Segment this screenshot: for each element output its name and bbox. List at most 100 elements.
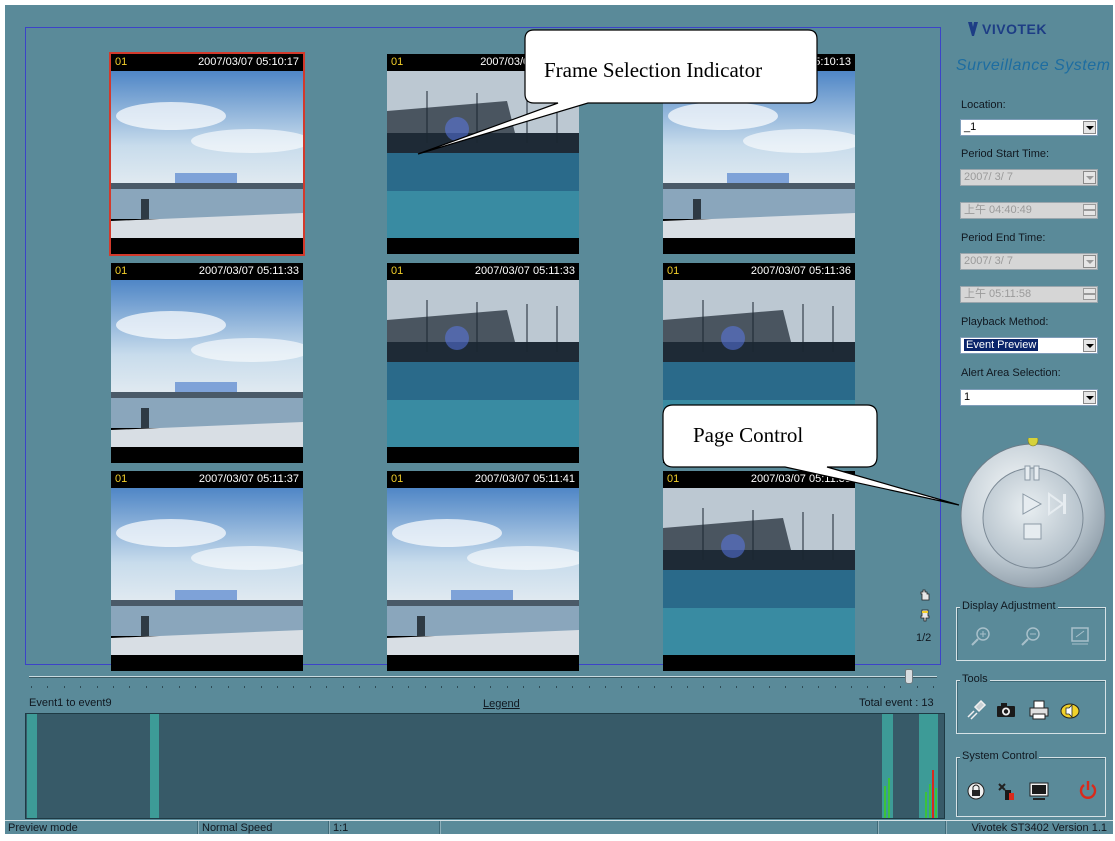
slider-tick [277,686,278,688]
frame-selection-callout: Frame Selection Indicator [398,28,818,168]
signal-bar [884,786,886,818]
playback-method-value: Event Preview [964,339,1039,351]
slider-tick [523,686,524,688]
event-timeline[interactable] [25,713,945,819]
camera-id: 01 [667,265,680,277]
export-icon[interactable] [965,699,987,721]
slider-thumb[interactable] [904,669,913,684]
period-end-date: 2007/ 3/ 7 [964,255,1013,267]
location-label: Location: [961,99,1006,111]
slider-tick [572,686,574,688]
legend-button[interactable]: Legend [483,698,520,710]
status-message [440,821,876,834]
frame-header: 01 2007/03/07 05:11:37 [111,471,303,488]
frame-thumbnail [111,488,303,655]
playback-method-select[interactable]: Event Preview [960,337,1098,354]
settings-tools-icon[interactable] [995,780,1017,802]
lock-icon[interactable] [965,780,987,802]
slider-tick [605,686,606,688]
system-control-title: System Control [960,750,1040,762]
slider-tick [457,686,459,688]
stop-icon[interactable] [1023,523,1042,540]
location-select[interactable]: _1 [960,119,1098,136]
period-end-time-spinner[interactable]: 上午 05:11:58 [960,286,1098,303]
slider-tick [408,686,410,688]
slider-tick [588,686,590,688]
slider-tick [391,686,393,688]
slider-tick [654,686,656,688]
power-icon[interactable] [1077,779,1099,801]
event-marker[interactable] [150,714,159,818]
app-window: 01 2007/03/07 05:10:17 01 2007/03/07 05:10… [5,5,1113,834]
signal-bar [932,770,934,818]
monitor-icon[interactable] [1028,780,1050,802]
slider-tick [900,686,902,688]
frame-thumbnail [111,280,303,447]
zoom-out-icon[interactable] [1020,625,1042,647]
chevron-down-icon[interactable] [1083,391,1096,404]
chevron-down-icon[interactable] [1083,171,1096,184]
playback-dial[interactable] [955,438,1110,588]
slider-tick [342,686,344,688]
frame-tile[interactable]: 01 2007/03/07 05:11:37 [111,471,303,671]
status-mode: Preview mode [8,822,78,834]
period-end-label: Period End Time: [961,232,1046,244]
chevron-down-icon[interactable] [1083,255,1096,268]
period-start-date-picker[interactable]: 2007/ 3/ 7 [960,169,1098,186]
playback-method-label: Playback Method: [961,316,1049,328]
frame-header: 01 2007/03/07 05:11:33 [387,263,579,280]
frame-tile[interactable]: 01 2007/03/07 05:11:41 [387,471,579,671]
frame-thumbnail [663,488,855,655]
total-event-label: Total event : 13 [859,697,934,709]
period-start-time-spinner[interactable]: 上午 04:40:49 [960,202,1098,219]
slider-tick [736,686,738,688]
slider-tick [637,686,639,688]
callout-bubble [417,29,818,155]
status-bar: Preview mode Normal Speed 1:1 Vivotek ST… [5,820,1113,834]
slider-tick [31,686,32,688]
spinner-arrows-icon[interactable] [1083,204,1096,217]
chevron-down-icon[interactable] [1083,121,1096,134]
slider-tick [539,686,541,688]
slider-tick [801,686,803,688]
display-adjustment-title: Display Adjustment [960,600,1058,612]
slider-tick [63,686,65,688]
frame-tile[interactable]: 01 2007/03/07 05:11:33 [387,263,579,463]
page-down-icon[interactable] [918,608,932,622]
frame-timestamp: 2007/03/07 05:10:17 [198,56,299,68]
print-icon[interactable] [1028,699,1050,721]
slider-tick [719,686,721,688]
slider-tick [933,686,934,688]
slider-tick [80,686,82,688]
slider-tick [424,686,426,688]
status-ratio: 1:1 [329,821,437,834]
camera-id: 01 [115,473,128,485]
page-control-callout: Page Control [655,403,965,513]
alert-area-select[interactable]: 1 [960,389,1098,406]
camera-id: 01 [115,265,128,277]
page-up-icon[interactable] [918,588,932,602]
slider-tick [260,686,262,688]
zoom-in-icon[interactable] [970,625,992,647]
frame-tile[interactable]: 01 2007/03/07 05:10:17 [109,52,305,256]
camera-id: 01 [115,56,128,68]
slider-tick [227,686,229,688]
chevron-down-icon[interactable] [1083,339,1096,352]
frame-thumbnail [387,488,579,655]
frame-timestamp: 2007/03/07 05:11:33 [474,265,575,277]
period-end-date-picker[interactable]: 2007/ 3/ 7 [960,253,1098,270]
callout-bubble [662,404,960,506]
slider-tick [769,686,770,688]
slider-tick [490,686,492,688]
slider-tick [244,686,246,688]
event-slider[interactable] [25,669,941,695]
slider-tick [162,686,164,688]
fit-screen-icon[interactable] [1069,625,1091,647]
spinner-arrows-icon[interactable] [1083,288,1096,301]
frame-tile[interactable]: 01 2007/03/07 05:11:33 [111,263,303,463]
alert-area-label: Alert Area Selection: [961,367,1061,379]
snapshot-camera-icon[interactable] [995,699,1017,721]
event-marker[interactable] [27,714,37,818]
audio-icon[interactable] [1059,699,1081,721]
frame-timestamp: 2007/03/07 05:11:37 [198,473,299,485]
